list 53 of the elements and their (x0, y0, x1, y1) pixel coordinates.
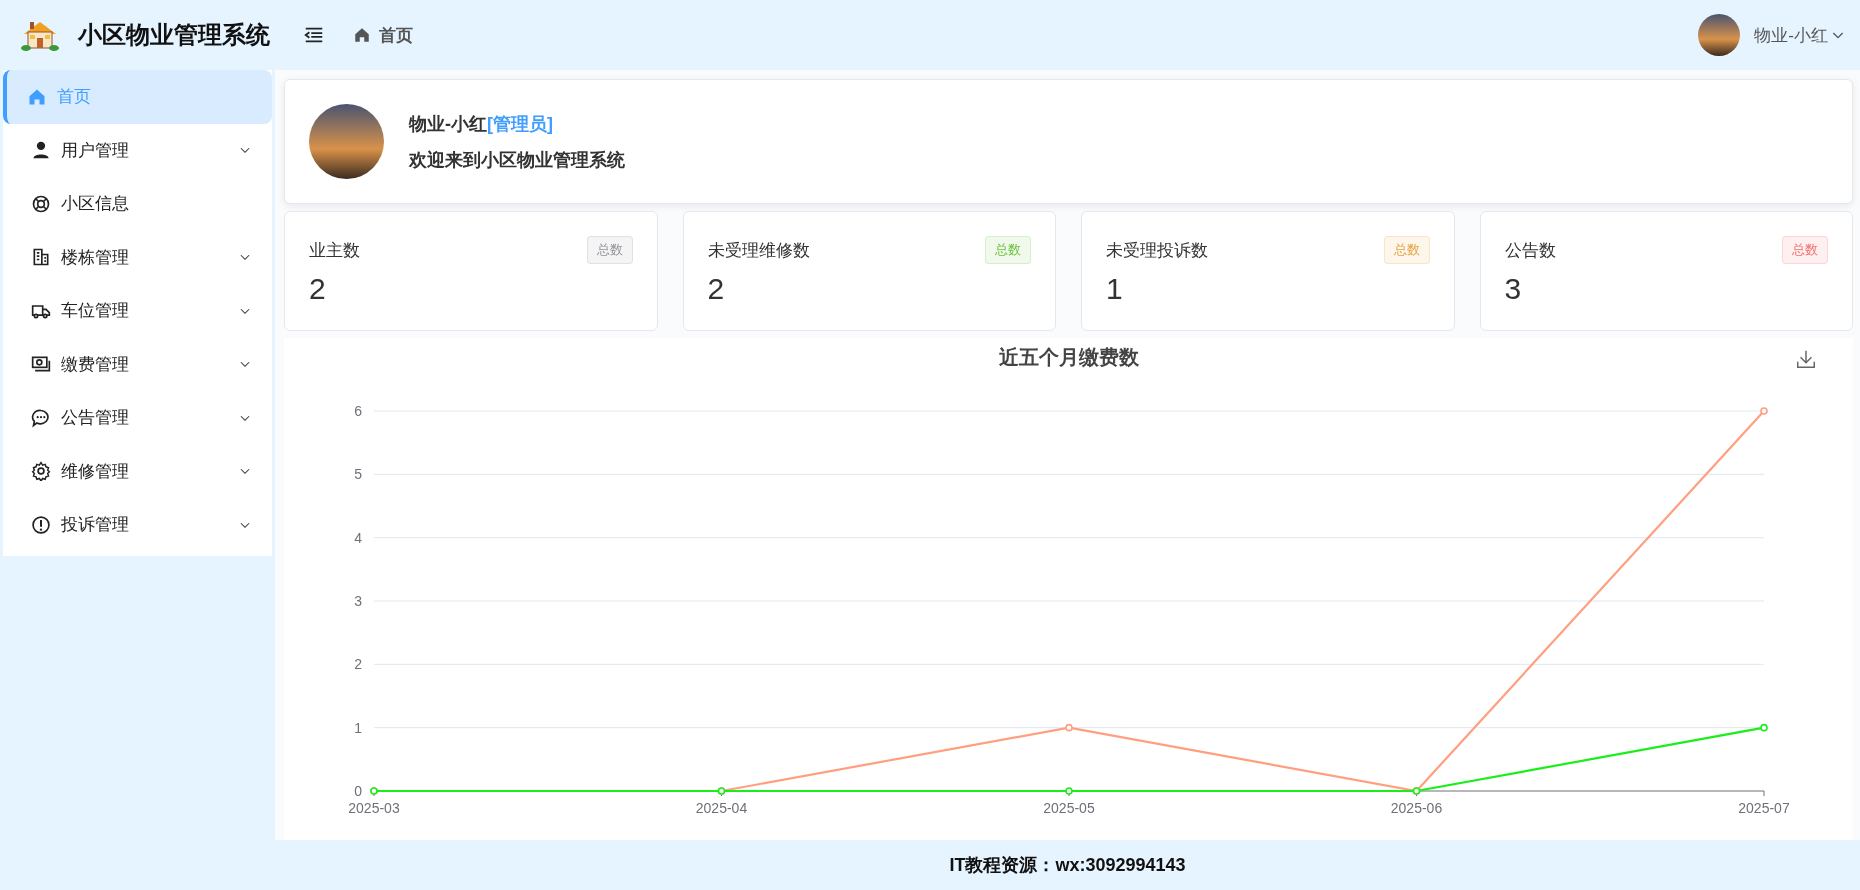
user-icon (31, 140, 51, 161)
x-tick-label: 2025-03 (348, 800, 400, 816)
footer-text: IT教程资源：wx:3092994143 (275, 840, 1860, 890)
total-tag: 总数 (1782, 236, 1828, 264)
stat-label: 未受理维修数 (707, 239, 810, 262)
data-point (1065, 723, 1073, 732)
stat-value: 2 (309, 272, 327, 306)
stat-value: 1 (1106, 272, 1124, 306)
total-tag: 总数 (985, 236, 1031, 264)
y-tick-label: 6 (354, 403, 362, 419)
sidebar-item[interactable]: 维修管理 (3, 444, 272, 498)
y-tick-label: 1 (354, 719, 362, 736)
total-tag: 总数 (586, 236, 633, 264)
app-title: 小区物业管理系统 (78, 20, 270, 50)
sidebar-item[interactable]: 投诉管理 (3, 498, 272, 552)
exclamation-circle-icon (31, 514, 51, 535)
y-tick-label: 0 (354, 783, 362, 799)
y-tick-label: 3 (354, 593, 362, 609)
stat-label: 业主数 (309, 239, 360, 262)
stat-value: 2 (707, 272, 726, 306)
gear-icon (31, 461, 51, 482)
building-icon (31, 247, 51, 268)
x-tick-label: 2025-06 (1390, 800, 1443, 816)
y-tick-label: 2 (354, 656, 362, 673)
chat-bubble-icon (31, 407, 51, 428)
home-icon (353, 26, 371, 44)
data-point (1760, 723, 1768, 732)
lifebuoy-icon (31, 193, 51, 214)
user-menu[interactable]: 物业-小红 (1754, 23, 1846, 47)
stat-label: 公告数 (1504, 239, 1556, 262)
data-point (1065, 787, 1073, 795)
sidebar-item[interactable]: 楼栋管理 (3, 230, 272, 284)
stat-value: 3 (1504, 272, 1523, 306)
breadcrumb-link[interactable]: 首页 (379, 23, 413, 47)
stat-label: 未受理投诉数 (1106, 239, 1208, 262)
data-point (1760, 407, 1768, 415)
x-tick-label: 2025-07 (1738, 800, 1790, 816)
sidebar-item[interactable]: 用户管理 (3, 123, 272, 177)
welcome-message: 欢迎来到小区物业管理系统 (409, 148, 625, 172)
y-tick-label: 4 (354, 529, 362, 546)
money-icon (31, 354, 51, 375)
download-icon[interactable] (1795, 348, 1817, 370)
x-tick-label: 2025-05 (1043, 800, 1095, 816)
sidebar-item[interactable]: 车位管理 (3, 284, 272, 338)
sidebar-item[interactable]: 缴费管理 (3, 337, 272, 391)
sidebar-item[interactable]: 公告管理 (3, 391, 272, 445)
user-name-heading: 物业-小红[管理员] (409, 112, 554, 136)
chart-title: 近五个月缴费数 (998, 345, 1139, 370)
y-tick-label: 5 (354, 466, 362, 483)
x-tick-label: 2025-04 (695, 800, 748, 816)
avatar-photo-placeholder (1698, 14, 1741, 56)
total-tag: 总数 (1383, 236, 1430, 264)
sidebar-item[interactable]: 小区信息 (3, 177, 272, 231)
